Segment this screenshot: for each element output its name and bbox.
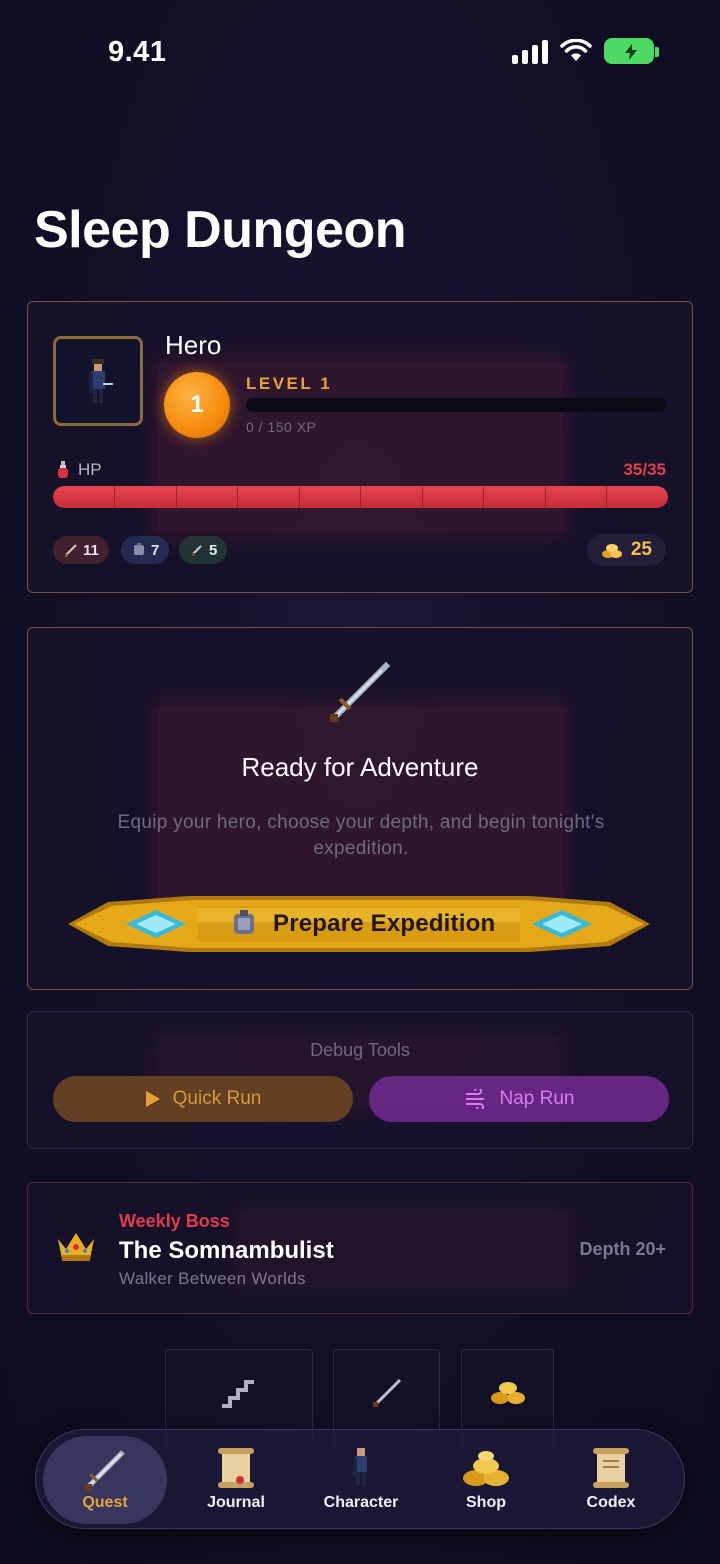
hp-value: 35/35: [623, 460, 666, 479]
tab-quest[interactable]: Quest: [43, 1436, 167, 1524]
level-label: LEVEL 1: [246, 374, 333, 393]
quick-run-label: Quick Run: [172, 1088, 262, 1109]
prepare-expedition-label: Prepare Expedition: [273, 910, 496, 937]
hero-card[interactable]: Hero 1 LEVEL 1 0 / 150 XP HP 35/35 11 7 …: [27, 301, 693, 593]
sword-icon: [329, 661, 391, 723]
potion-icon: [58, 461, 68, 478]
tab-codex[interactable]: Codex: [549, 1436, 673, 1524]
armor-icon: [134, 543, 144, 555]
bottom-tab-bar: Quest Journal Character Shop Codex: [35, 1429, 685, 1529]
agility-value: 5: [209, 541, 218, 559]
tab-journal-label: Journal: [207, 1494, 265, 1511]
defense-value: 7: [151, 541, 160, 559]
tab-codex-label: Codex: [586, 1494, 636, 1511]
quick-run-button[interactable]: Quick Run: [53, 1076, 353, 1122]
level-number: 1: [190, 391, 204, 418]
adventure-card: Ready for Adventure Equip your hero, cho…: [27, 627, 693, 990]
gold-pile-icon: [491, 1382, 525, 1404]
prepare-expedition-button[interactable]: Prepare Expedition: [68, 892, 650, 956]
tab-character[interactable]: Character: [299, 1436, 423, 1524]
nap-run-label: Nap Run: [499, 1088, 575, 1109]
gold-coins-icon: [601, 544, 622, 558]
tab-journal[interactable]: Journal: [174, 1436, 298, 1524]
sword-icon: [85, 1450, 125, 1491]
status-bar: 9.41: [0, 0, 720, 100]
hero-name: Hero: [165, 330, 222, 360]
boss-name: The Somnambulist: [119, 1237, 334, 1264]
nap-run-button[interactable]: Nap Run: [369, 1076, 669, 1122]
battery-charging-icon: [604, 38, 659, 64]
level-badge: 1: [164, 372, 230, 438]
attack-sword-icon: [65, 544, 77, 557]
debug-tools-card: Debug Tools Quick Run Nap Run: [27, 1011, 693, 1149]
wifi-icon: [560, 39, 592, 61]
sword-icon: [372, 1378, 402, 1408]
tab-shop-label: Shop: [466, 1494, 506, 1511]
defense-stat: 7: [121, 536, 170, 564]
agility-stat: 5: [179, 536, 228, 564]
adventure-description: Equip your hero, choose your depth, and …: [117, 812, 605, 859]
stairs-icon: [222, 1380, 254, 1408]
scroll-icon: [218, 1448, 254, 1488]
status-time: 9.41: [108, 36, 167, 68]
hero-avatar[interactable]: [53, 336, 143, 426]
debug-tools-title: Debug Tools: [310, 1040, 410, 1060]
attack-value: 11: [83, 541, 99, 559]
crown-icon: [58, 1233, 94, 1261]
agility-dagger-icon: [192, 545, 202, 556]
tab-shop[interactable]: Shop: [424, 1436, 548, 1524]
gold-counter: 25: [586, 534, 666, 566]
adventure-title: Ready for Adventure: [241, 752, 479, 782]
page-title: Sleep Dungeon: [34, 201, 406, 259]
status-icons: [512, 38, 659, 64]
hp-label-text: HP: [78, 460, 102, 479]
xp-text: 0 / 150 XP: [246, 419, 317, 435]
attack-stat: 11: [53, 536, 109, 564]
gold-value: 25: [630, 539, 652, 560]
armor-icon: [234, 910, 254, 934]
xp-progress-bar: [246, 398, 666, 412]
play-icon: [145, 1091, 160, 1107]
boss-depth: Depth 20+: [579, 1239, 666, 1259]
background-panel: [158, 706, 563, 906]
weekly-boss-card[interactable]: Weekly Boss The Somnambulist Walker Betw…: [27, 1182, 693, 1314]
tab-character-label: Character: [323, 1494, 399, 1511]
boss-subtitle: Walker Between Worlds: [119, 1269, 306, 1288]
hero-sprite-icon: [89, 359, 113, 403]
hp-label: HP: [56, 460, 102, 480]
nap-wind-icon: [465, 1089, 484, 1109]
tab-quest-label: Quest: [82, 1494, 128, 1511]
character-icon: [353, 1448, 367, 1486]
cellular-signal-icon: [512, 38, 548, 64]
boss-kicker: Weekly Boss: [119, 1211, 230, 1231]
codex-scroll-icon: [593, 1448, 629, 1488]
hp-bar: [53, 486, 668, 508]
gold-pile-icon: [463, 1451, 509, 1486]
